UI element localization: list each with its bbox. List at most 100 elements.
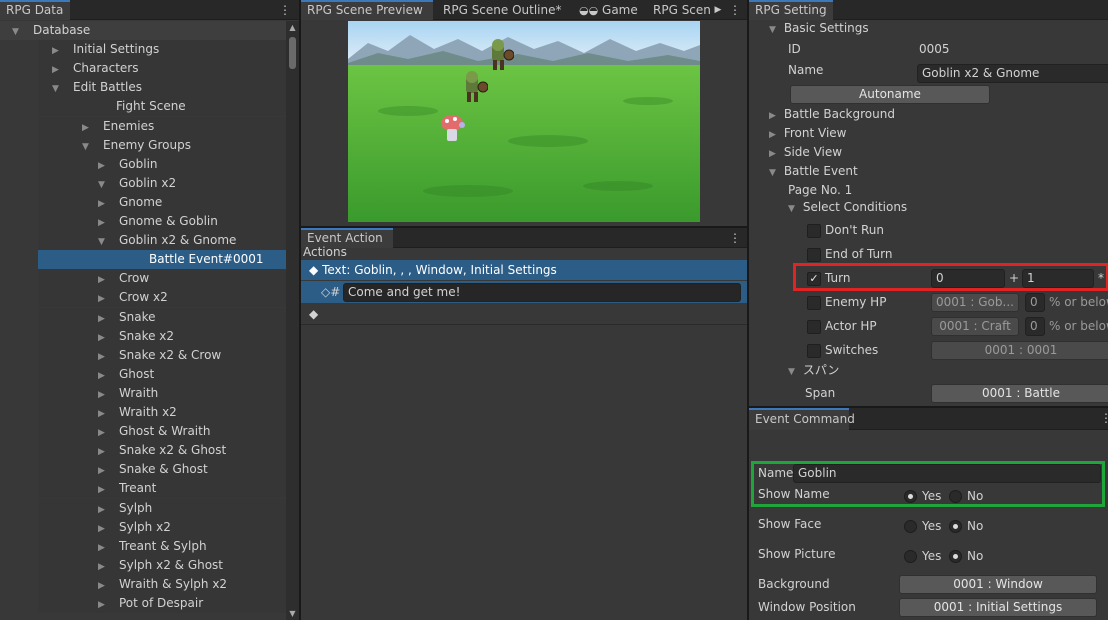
tab-rpg-scene[interactable]: RPG Scen xyxy=(647,0,717,20)
tree-item[interactable]: Battle Event#0001 xyxy=(38,250,286,270)
tree-item[interactable]: ▶ Snake x2 & Ghost xyxy=(38,441,286,461)
span-header-label: スパン xyxy=(802,363,840,377)
speaker-name-field[interactable]: Goblin xyxy=(793,464,1101,483)
tab-scene-outline[interactable]: RPG Scene Outline* xyxy=(437,0,568,20)
section-battle-background[interactable]: ▶ Battle Background xyxy=(749,105,1108,124)
actor-hp-value-field[interactable]: 0 xyxy=(1025,317,1045,336)
actor-hp-checkbox[interactable] xyxy=(807,320,821,334)
tree-item[interactable]: ▶ Wraith xyxy=(38,383,286,403)
section-label: Battle Background xyxy=(783,107,895,121)
database-tree: ▼ Database ▶ Initial Settings ▶ Characters ▼ Ed… xyxy=(0,21,286,620)
turn-interval-field[interactable]: 1 xyxy=(1022,269,1094,288)
tab-event-command[interactable]: Event Command xyxy=(749,408,855,430)
show-name-no-radio[interactable] xyxy=(949,490,962,503)
tree-item[interactable]: ▶ Snake x2 & Crow xyxy=(38,345,286,365)
tree-item[interactable]: ▶ Snake & Ghost xyxy=(38,460,286,480)
show-name-yes-radio[interactable] xyxy=(904,490,917,503)
tree-item-label: Pot of Despair xyxy=(119,596,204,610)
tree-item[interactable]: ▶ Crow xyxy=(38,269,286,289)
basic-settings-header[interactable]: ▼ Basic Settings xyxy=(749,19,1108,38)
action-item[interactable]: ◆ Text: Goblin, , , Window, Initial Sett… xyxy=(301,260,747,280)
turn-start-field[interactable]: 0 xyxy=(931,269,1005,288)
enemy-hp-target-dropdown[interactable]: 0001 : Gob... xyxy=(931,293,1019,312)
end-of-turn-checkbox[interactable] xyxy=(807,248,821,262)
tree-item[interactable]: ▶ Gnome & Goblin xyxy=(38,212,286,231)
scroll-down-icon[interactable]: ▼ xyxy=(286,609,299,618)
autoname-button[interactable]: Autoname xyxy=(790,85,990,104)
event-command-panel: Event Command ⋮ Name Goblin Show Name Ye… xyxy=(749,408,1108,620)
action-message-field[interactable]: Come and get me! xyxy=(343,283,741,302)
event-action-tabbar: Event Action ⋮ xyxy=(301,228,747,248)
show-picture-yes-radio[interactable] xyxy=(904,550,917,563)
tree-item[interactable]: ▼ Goblin x2 xyxy=(38,173,286,193)
tree-item-label: Fight Scene xyxy=(116,99,186,114)
tab-rpg-setting[interactable]: RPG Setting xyxy=(749,0,833,20)
show-face-yes-radio[interactable] xyxy=(904,520,917,533)
tree-item-label: Treant xyxy=(119,481,157,496)
window-position-dropdown[interactable]: 0001 : Initial Settings xyxy=(899,598,1097,617)
tree-item[interactable]: ▶ Characters xyxy=(38,59,286,79)
tree-item[interactable]: ▶ Treant & Sylph xyxy=(38,536,286,556)
tree-item[interactable]: ▼ Goblin x2 & Gnome xyxy=(38,231,286,251)
switches-dropdown[interactable]: 0001 : 0001 xyxy=(931,341,1108,360)
tree-item[interactable]: ▶ Ghost xyxy=(38,364,286,384)
enemy-hp-value-field[interactable]: 0 xyxy=(1025,293,1045,312)
section-front-view[interactable]: ▶ Front View xyxy=(749,124,1108,143)
tree-item[interactable]: ▶ Initial Settings xyxy=(38,40,286,60)
span-header[interactable]: ▼ スパン xyxy=(749,361,1108,380)
tab-game[interactable]: ◒◒ Game xyxy=(573,0,644,20)
event-action-menu-icon[interactable]: ⋮ xyxy=(728,228,742,248)
dont-run-checkbox[interactable] xyxy=(807,224,821,238)
turn-checkbox[interactable]: ✓ xyxy=(807,272,821,286)
enemy-hp-checkbox[interactable] xyxy=(807,296,821,310)
tree-item[interactable]: ▶ Crow x2 xyxy=(38,288,286,308)
switches-checkbox[interactable] xyxy=(807,344,821,358)
event-command-menu-icon[interactable]: ⋮ xyxy=(1099,408,1108,428)
tree-item[interactable]: ▶ Sylph x2 xyxy=(38,517,286,537)
tree-item[interactable]: ▼ Edit Battles xyxy=(38,78,286,98)
tree-scrollbar[interactable]: ▲ ▼ xyxy=(286,21,299,620)
tree-item-label: Goblin x2 xyxy=(119,175,177,190)
tree-item[interactable]: ▶ Wraith x2 xyxy=(38,403,286,422)
expand-arrow-icon[interactable]: ▼ xyxy=(12,23,23,42)
show-face-no-label: No xyxy=(967,519,984,533)
tree-item-label: Goblin xyxy=(119,156,158,171)
tab-rpg-data[interactable]: RPG Data xyxy=(0,0,70,20)
section-label: Battle Event xyxy=(783,164,858,178)
show-picture-no-radio[interactable] xyxy=(949,550,962,563)
actor-hp-target-dropdown[interactable]: 0001 : Craft xyxy=(931,317,1019,336)
span-dropdown[interactable]: 0001 : Battle xyxy=(931,384,1108,403)
select-conditions-header[interactable]: ▼ Select Conditions xyxy=(749,198,1108,217)
section-side-view[interactable]: ▶ Side View xyxy=(749,143,1108,162)
scene-menu-icon[interactable]: ⋮ xyxy=(728,0,742,20)
tree-item-label: Gnome & Goblin xyxy=(119,214,218,228)
show-face-no-radio[interactable] xyxy=(949,520,962,533)
scroll-thumb[interactable] xyxy=(289,37,296,69)
section-battle-event[interactable]: ▼ Battle Event xyxy=(749,162,1108,181)
tree-item[interactable]: ▶ Wraith & Sylph x2 xyxy=(38,574,286,594)
tree-item[interactable]: ▶ Sylph x2 & Ghost xyxy=(38,555,286,575)
name-field[interactable]: Goblin x2 & Gnome xyxy=(917,64,1108,83)
tree-item[interactable]: ▶ Gnome xyxy=(38,192,286,212)
battle-preview[interactable] xyxy=(348,21,700,222)
goblin-sprite-2 xyxy=(466,71,488,102)
more-tabs-icon[interactable]: ▶ xyxy=(711,0,725,20)
rpg-data-menu-icon[interactable]: ⋮ xyxy=(278,0,292,20)
tree-item[interactable]: ▶ Ghost & Wraith xyxy=(38,422,286,442)
tree-item[interactable]: ▶ Treant xyxy=(38,479,286,499)
background-dropdown[interactable]: 0001 : Window xyxy=(899,575,1097,594)
action-item[interactable]: ◇# Come and get me! xyxy=(301,281,747,303)
tree-item[interactable]: ▶ Snake xyxy=(38,307,286,327)
tree-item[interactable]: ▶ Snake x2 xyxy=(38,326,286,346)
tree-item[interactable]: Fight Scene xyxy=(38,97,286,117)
collapse-arrow-icon[interactable]: ▶ xyxy=(98,596,109,615)
tree-item[interactable]: ▶ Enemies xyxy=(38,116,286,136)
tree-item[interactable]: ▼ Enemy Groups xyxy=(38,135,286,155)
tree-item[interactable]: ▶ Pot of Despair xyxy=(38,594,286,613)
tree-item[interactable]: ▼ Database xyxy=(0,21,286,40)
tree-item[interactable]: ▶ Goblin xyxy=(38,154,286,174)
scroll-up-icon[interactable]: ▲ xyxy=(286,23,299,32)
action-item[interactable]: ◆ xyxy=(301,304,747,324)
tab-scene-preview[interactable]: RPG Scene Preview xyxy=(301,0,433,20)
tree-item[interactable]: ▶ Sylph xyxy=(38,498,286,518)
